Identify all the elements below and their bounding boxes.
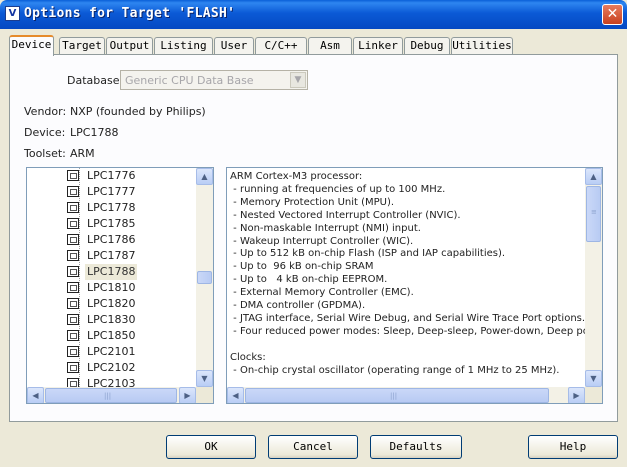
toolset-value: ARM bbox=[70, 147, 95, 160]
scroll-thumb[interactable]: ≡ bbox=[586, 186, 601, 242]
chip-icon bbox=[67, 234, 79, 245]
chip-icon bbox=[67, 330, 79, 341]
chip-icon bbox=[67, 282, 79, 293]
list-item[interactable]: LPC1776 bbox=[67, 168, 195, 184]
list-item[interactable]: LPC2101 bbox=[67, 344, 195, 360]
chip-icon bbox=[67, 362, 79, 373]
description-line: - Wakeup Interrupt Controller (WIC). bbox=[230, 235, 414, 247]
close-button[interactable]: ✕ bbox=[602, 4, 623, 25]
device-list-vscrollbar[interactable]: ▲ ▼ bbox=[196, 168, 213, 387]
scroll-right-button[interactable]: ▶ bbox=[568, 387, 585, 403]
chip-icon bbox=[67, 186, 79, 197]
description-line: - Up to 96 kB on-chip SRAM bbox=[230, 261, 374, 273]
list-item[interactable]: LPC1787 bbox=[67, 248, 195, 264]
scroll-thumb[interactable] bbox=[197, 271, 212, 284]
grip-icon: ||| bbox=[104, 392, 112, 400]
ok-button[interactable]: OK bbox=[166, 435, 256, 459]
scroll-thumb[interactable]: ||| bbox=[245, 388, 549, 403]
list-item[interactable]: LPC1850 bbox=[67, 328, 195, 344]
device-value: LPC1788 bbox=[70, 126, 119, 139]
scroll-right-button[interactable]: ▶ bbox=[179, 387, 196, 403]
description-line: Clocks: bbox=[230, 351, 266, 363]
description-line: ARM Cortex-M3 processor: bbox=[230, 171, 363, 182]
chip-icon bbox=[67, 346, 79, 357]
description-line: - Nested Vectored Interrupt Controller (… bbox=[230, 209, 461, 221]
tab-output[interactable]: Output bbox=[106, 37, 153, 55]
chip-icon bbox=[67, 202, 79, 213]
description-vscrollbar[interactable]: ▲ ≡ ▼ bbox=[585, 168, 602, 387]
app-icon: V bbox=[5, 6, 20, 21]
device-description[interactable]: ARM Cortex-M3 processor: - running at fr… bbox=[226, 167, 603, 404]
tab-user[interactable]: User bbox=[214, 37, 254, 55]
description-line: - On-chip crystal oscillator (operating … bbox=[230, 364, 560, 376]
vendor-value: NXP (founded by Philips) bbox=[70, 105, 206, 118]
tab-listing[interactable]: Listing bbox=[154, 37, 213, 55]
description-line: - Four reduced power modes: Sleep, Deep-… bbox=[230, 325, 585, 337]
description-line: - Up to 512 kB on-chip Flash (ISP and IA… bbox=[230, 248, 506, 260]
tab-asm[interactable]: Asm bbox=[308, 37, 352, 55]
chip-icon bbox=[67, 218, 79, 229]
defaults-button[interactable]: Defaults bbox=[370, 435, 462, 459]
description-line: - DMA controller (GPDMA). bbox=[230, 300, 366, 312]
list-item-selected[interactable]: LPC1788 bbox=[67, 264, 195, 280]
list-item[interactable]: LPC1778 bbox=[67, 200, 195, 216]
tab-utilities[interactable]: Utilities bbox=[451, 37, 513, 55]
description-line: - Up to 4 kB on-chip EEPROM. bbox=[230, 274, 388, 286]
device-list-hscrollbar[interactable]: ◀ ||| ▶ bbox=[27, 387, 196, 403]
database-value: Generic CPU Data Base bbox=[125, 74, 254, 87]
description-line: - Non-maskable Interrupt (NMI) input. bbox=[230, 222, 421, 234]
list-item[interactable]: LPC2102 bbox=[67, 360, 195, 376]
list-item[interactable]: LPC1777 bbox=[67, 184, 195, 200]
chip-icon bbox=[67, 314, 79, 325]
description-line: - External Memory Controller (EMC). bbox=[230, 287, 414, 299]
list-item[interactable]: LPC2103 bbox=[67, 376, 195, 387]
chip-icon bbox=[67, 298, 79, 309]
list-item[interactable]: LPC1786 bbox=[67, 232, 195, 248]
description-line bbox=[230, 339, 585, 352]
title-bar[interactable]: V Options for Target 'FLASH' ✕ bbox=[0, 0, 627, 29]
description-line: - JTAG interface, Serial Wire Debug, and… bbox=[230, 312, 585, 324]
scroll-corner bbox=[585, 387, 602, 403]
description-hscrollbar[interactable]: ◀ ||| ▶ bbox=[227, 387, 585, 403]
chevron-down-icon: ▼ bbox=[290, 72, 306, 88]
device-items: LPC1776 LPC1777 LPC1778 LPC1785 LPC1786 … bbox=[27, 168, 196, 387]
device-tree-list[interactable]: LPC1776 LPC1777 LPC1778 LPC1785 LPC1786 … bbox=[26, 167, 214, 404]
tab-device[interactable]: Device bbox=[9, 35, 54, 56]
tab-debug[interactable]: Debug bbox=[404, 37, 450, 55]
window-title: Options for Target 'FLASH' bbox=[24, 6, 236, 21]
chip-icon bbox=[67, 266, 79, 277]
list-item[interactable]: LPC1785 bbox=[67, 216, 195, 232]
scroll-left-button[interactable]: ◀ bbox=[27, 387, 44, 403]
scroll-corner bbox=[196, 387, 213, 403]
database-label: Database: bbox=[67, 74, 124, 87]
chip-icon bbox=[67, 250, 79, 261]
scroll-down-button[interactable]: ▼ bbox=[196, 370, 213, 387]
chip-icon bbox=[67, 378, 79, 387]
tab-target[interactable]: Target bbox=[59, 37, 105, 55]
scroll-down-button[interactable]: ▼ bbox=[585, 370, 602, 387]
tab-c-cpp[interactable]: C/C++ bbox=[255, 37, 307, 55]
grip-icon: ≡ bbox=[591, 208, 597, 216]
list-item[interactable]: LPC1820 bbox=[67, 296, 195, 312]
cancel-button[interactable]: Cancel bbox=[268, 435, 358, 459]
tab-linker[interactable]: Linker bbox=[353, 37, 403, 55]
toolset-label: Toolset: bbox=[24, 147, 66, 160]
description-text: ARM Cortex-M3 processor: - running at fr… bbox=[230, 171, 585, 386]
scroll-up-button[interactable]: ▲ bbox=[585, 168, 602, 185]
description-line: - running at frequencies of up to 100 MH… bbox=[230, 183, 446, 195]
list-item[interactable]: LPC1830 bbox=[67, 312, 195, 328]
vendor-label: Vendor: bbox=[24, 105, 67, 118]
chip-icon bbox=[67, 170, 79, 181]
device-label: Device: bbox=[24, 126, 66, 139]
list-item[interactable]: LPC1810 bbox=[67, 280, 195, 296]
database-select: Generic CPU Data Base ▼ bbox=[120, 70, 308, 90]
grip-icon: ||| bbox=[390, 392, 398, 400]
scroll-thumb[interactable]: ||| bbox=[45, 388, 177, 403]
scroll-up-button[interactable]: ▲ bbox=[196, 168, 213, 185]
scroll-left-button[interactable]: ◀ bbox=[227, 387, 244, 403]
description-line: - Memory Protection Unit (MPU). bbox=[230, 196, 395, 208]
help-button[interactable]: Help bbox=[528, 435, 618, 459]
